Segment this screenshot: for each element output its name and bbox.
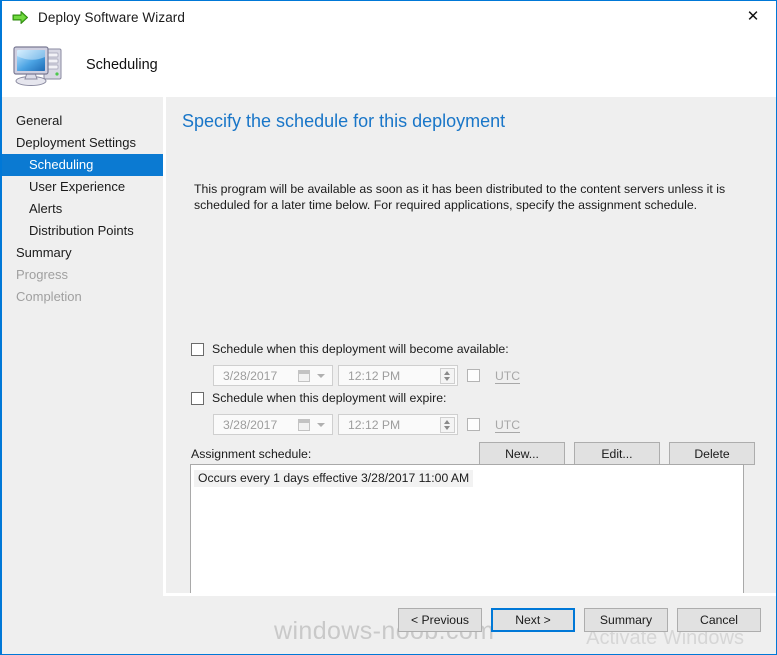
deploy-software-wizard-window: Deploy Software Wizard ✕ Scheduling Gene…: [0, 0, 777, 655]
next-button[interactable]: Next >: [491, 608, 575, 632]
computer-icon: [12, 41, 68, 89]
sidebar-item-scheduling[interactable]: Scheduling: [2, 154, 163, 176]
list-item[interactable]: Occurs every 1 days effective 3/28/2017 …: [194, 470, 474, 487]
chevron-down-icon[interactable]: [317, 423, 325, 427]
wizard-footer: windows-noob.com Activate Windows < Prev…: [2, 596, 776, 654]
schedule-expire-row[interactable]: Schedule when this deployment will expir…: [191, 391, 446, 405]
spinner-up-icon[interactable]: [444, 420, 450, 424]
available-datetime-row: 3/28/2017 12:12 PM UTC: [213, 365, 521, 386]
spinner-down-icon[interactable]: [444, 377, 450, 381]
sidebar-item-progress: Progress: [16, 267, 69, 282]
previous-button[interactable]: < Previous: [398, 608, 482, 632]
spinner-up-icon[interactable]: [444, 371, 450, 375]
expire-date-input[interactable]: 3/28/2017: [213, 414, 333, 435]
sidebar-item-completion: Completion: [16, 289, 82, 304]
expire-time-value: 12:12 PM: [348, 417, 401, 432]
schedule-expire-checkbox[interactable]: [191, 391, 204, 405]
sidebar-item-alerts[interactable]: Alerts: [2, 198, 163, 220]
assignment-schedule-buttons: New... Edit... Delete: [479, 442, 755, 465]
schedule-available-row[interactable]: Schedule when this deployment will becom…: [191, 342, 509, 356]
window-title: Deploy Software Wizard: [38, 9, 186, 25]
expire-utc-group[interactable]: UTC: [467, 417, 521, 433]
expire-utc-checkbox[interactable]: [467, 418, 480, 431]
summary-button[interactable]: Summary: [584, 608, 668, 632]
sidebar-item-user-experience[interactable]: User Experience: [2, 176, 163, 198]
close-icon[interactable]: ✕: [730, 1, 776, 31]
footer-buttons: < Previous Next > Summary Cancel: [398, 608, 761, 632]
delete-button[interactable]: Delete: [669, 442, 755, 465]
available-time-value: 12:12 PM: [348, 368, 401, 383]
page-title: Specify the schedule for this deployment: [182, 111, 506, 131]
wizard-step-nav: General Deployment Settings Scheduling U…: [2, 97, 163, 654]
expire-date-value: 3/28/2017: [223, 417, 278, 432]
available-utc-label: UTC: [495, 368, 521, 384]
green-arrow-icon: [12, 9, 29, 26]
assignment-schedule-label: Assignment schedule:: [191, 447, 312, 461]
expire-time-input[interactable]: 12:12 PM: [338, 414, 458, 435]
available-date-input[interactable]: 3/28/2017: [213, 365, 333, 386]
calendar-icon: [298, 419, 310, 431]
wizard-header: Scheduling: [2, 33, 776, 97]
expire-time-spinner[interactable]: [440, 417, 455, 433]
available-time-spinner[interactable]: [440, 368, 455, 384]
expire-utc-label: UTC: [495, 417, 521, 433]
chevron-down-icon[interactable]: [317, 374, 325, 378]
schedule-available-checkbox[interactable]: [191, 342, 204, 356]
schedule-available-label: Schedule when this deployment will becom…: [212, 342, 509, 356]
wizard-body: General Deployment Settings Scheduling U…: [2, 97, 776, 654]
available-utc-checkbox[interactable]: [467, 369, 480, 382]
sidebar-item-distribution-points[interactable]: Distribution Points: [2, 220, 163, 242]
header-title: Scheduling: [86, 57, 158, 73]
calendar-icon: [298, 370, 310, 382]
sidebar-item-summary[interactable]: Summary: [2, 242, 163, 264]
title-bar: Deploy Software Wizard ✕: [2, 1, 776, 33]
intro-text: This program will be available as soon a…: [194, 182, 726, 212]
expire-datetime-row: 3/28/2017 12:12 PM UTC: [213, 414, 521, 435]
available-date-value: 3/28/2017: [223, 368, 278, 383]
content-pane: Specify the schedule for this deployment…: [166, 97, 776, 654]
spinner-down-icon[interactable]: [444, 426, 450, 430]
edit-button[interactable]: Edit...: [574, 442, 660, 465]
cancel-button[interactable]: Cancel: [677, 608, 761, 632]
available-time-input[interactable]: 12:12 PM: [338, 365, 458, 386]
available-utc-group[interactable]: UTC: [467, 368, 521, 384]
new-button[interactable]: New...: [479, 442, 565, 465]
sidebar-item-general[interactable]: General: [2, 110, 163, 132]
schedule-expire-label: Schedule when this deployment will expir…: [212, 391, 447, 405]
sidebar-item-deployment-settings[interactable]: Deployment Settings: [2, 132, 163, 154]
